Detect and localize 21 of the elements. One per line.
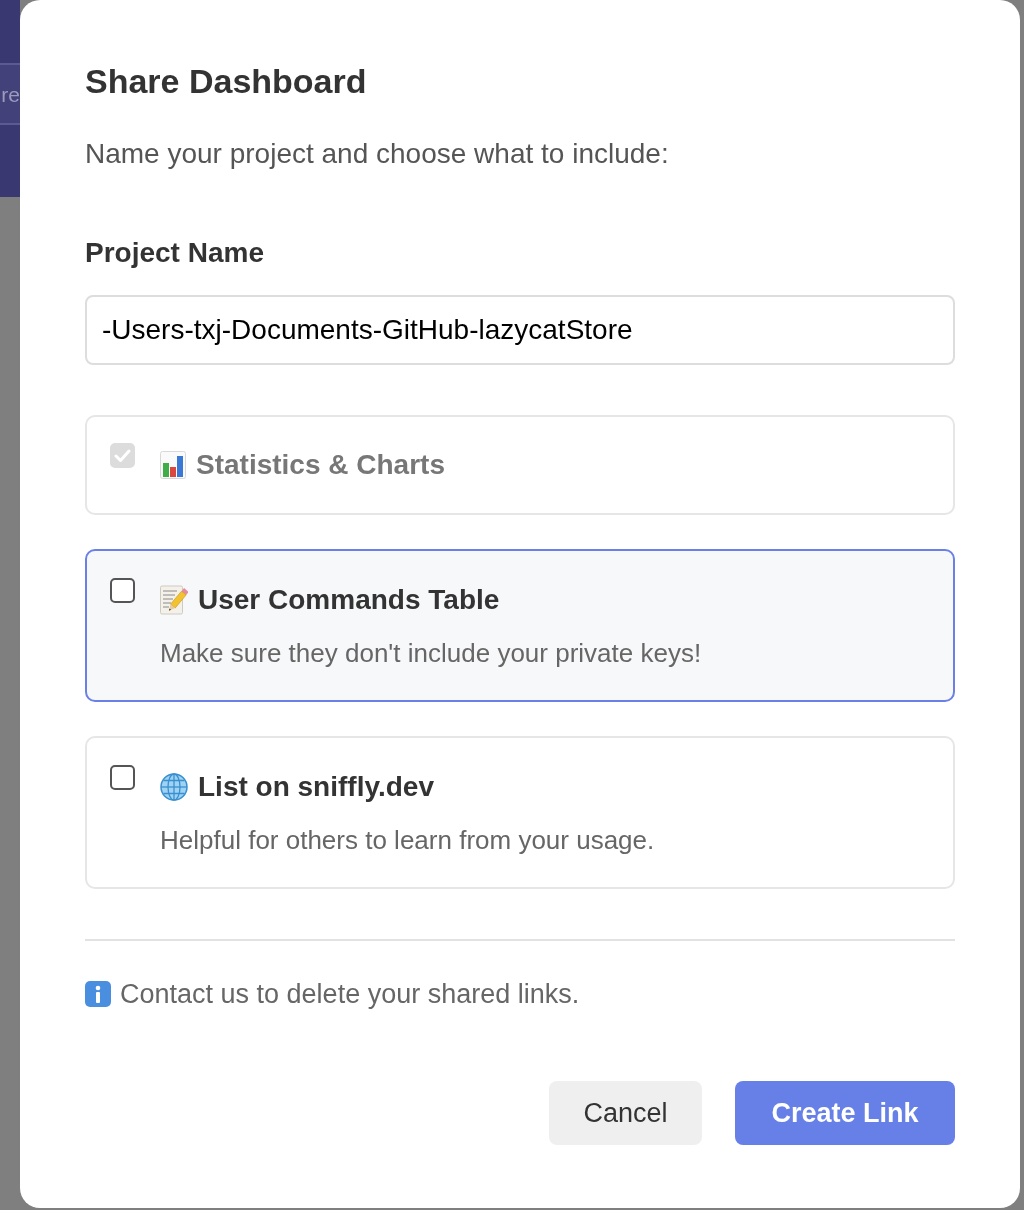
project-name-label: Project Name — [85, 236, 265, 270]
info-note: Contact us to delete your shared links. — [120, 978, 580, 1011]
option-card[interactable]: User Commands Table Make sure they don't include your private keys! — [85, 549, 955, 702]
info-icon — [85, 981, 111, 1007]
project-name-input[interactable]: -Users-txj-Documents-GitHub-lazycatStore — [85, 295, 955, 365]
dialog-subtitle: Name your project and choose what to include: — [85, 137, 670, 171]
cancel-button[interactable]: Cancel — [549, 1081, 702, 1145]
option-description: Helpful for others to learn from your usage. — [160, 824, 655, 856]
bar-chart-icon — [160, 451, 186, 479]
option-title: User Commands Table — [198, 583, 500, 617]
option-description: Make sure they don't include your private keys! — [160, 637, 702, 669]
memo-pencil-icon — [160, 585, 188, 615]
create-link-button[interactable]: Create Link — [735, 1081, 955, 1145]
check-icon — [114, 448, 131, 463]
option-title: Statistics & Charts — [196, 448, 445, 482]
option-title: List on sniffly.dev — [198, 770, 434, 804]
checkbox[interactable] — [110, 578, 135, 603]
checkbox[interactable] — [110, 765, 135, 790]
globe-icon — [160, 773, 188, 801]
option-card[interactable]: List on sniffly.dev Helpful for others to learn from your usage. — [85, 736, 955, 889]
dialog-title: Share Dashboard — [85, 61, 368, 102]
